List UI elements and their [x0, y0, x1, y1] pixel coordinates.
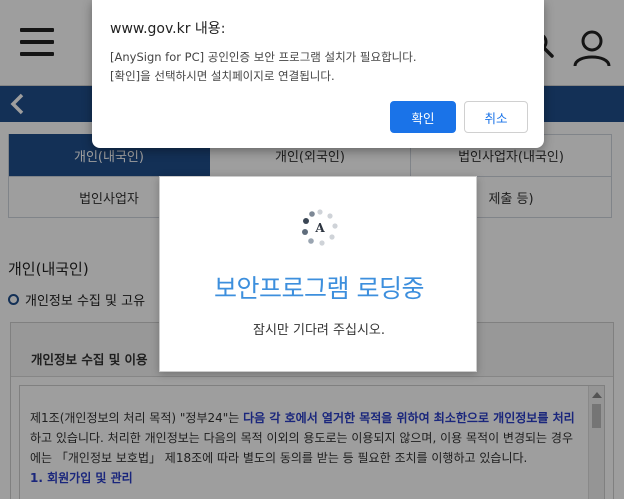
dialog-message: [AnySign for PC] 공인인증 보안 프로그램 설치가 필요합니다.…: [110, 48, 416, 86]
dialog-message-line2: [확인]을 선택하시면 설치페이지로 연결됩니다.: [110, 69, 335, 83]
loading-modal: A 보안프로그램 로딩중 잠시만 기다려 주십시오.: [159, 176, 477, 372]
spinner-icon: A: [302, 209, 338, 246]
cancel-button[interactable]: 취소: [464, 101, 528, 133]
loading-title: 보안프로그램 로딩중: [214, 274, 424, 303]
spinner-letter: A: [314, 221, 325, 235]
dialog-title: www.gov.kr 내용:: [110, 21, 226, 37]
ok-button[interactable]: 확인: [390, 101, 456, 133]
dialog-message-line1: [AnySign for PC] 공인인증 보안 프로그램 설치가 필요합니다.: [110, 50, 417, 64]
confirm-dialog: www.gov.kr 내용: [AnySign for PC] 공인인증 보안 …: [92, 0, 544, 148]
loading-subtitle: 잠시만 기다려 주십시오.: [253, 323, 385, 338]
